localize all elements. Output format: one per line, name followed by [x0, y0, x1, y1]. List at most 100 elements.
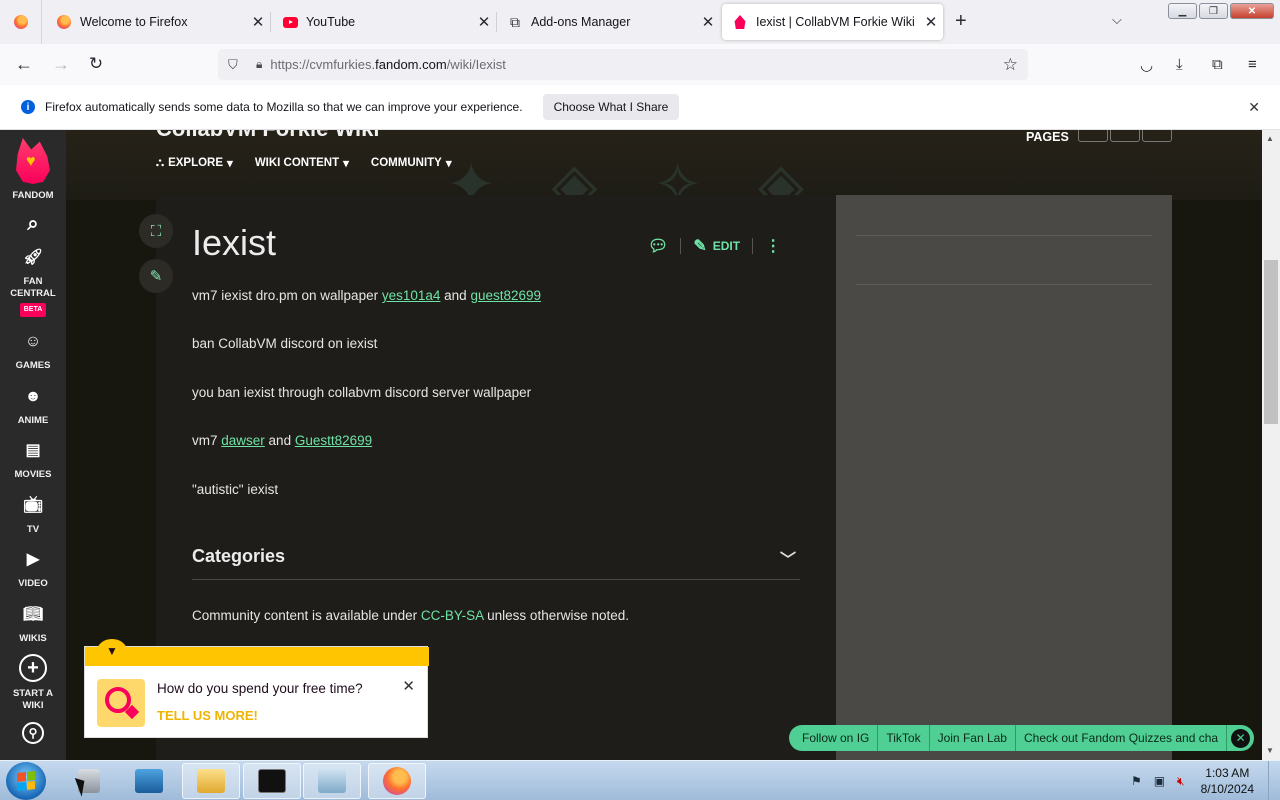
pencil-icon: ✎: [693, 238, 707, 255]
menu-hamburger-icon[interactable]: ≡: [1248, 56, 1257, 73]
close-icon[interactable]: ✕: [1248, 99, 1260, 116]
tab-label: Welcome to Firefox: [80, 15, 188, 29]
lock-icon[interactable]: 🔒︎: [256, 57, 262, 72]
tv-icon: 📺︎: [22, 497, 44, 514]
account-link[interactable]: ⚲: [0, 722, 66, 750]
nav-wiki-content[interactable]: WIKI CONTENT ▾: [255, 156, 349, 170]
close-tab-icon[interactable]: ✕: [919, 13, 943, 31]
rail-item-movies[interactable]: ▤ MOVIES: [0, 439, 66, 481]
fandom-logo-link[interactable]: FANDOM: [0, 138, 66, 202]
rail-item-anime[interactable]: ☻ ANIME: [0, 385, 66, 427]
pocket-icon[interactable]: ◡: [1140, 56, 1153, 74]
article-paragraph: vm7 iexist dro.pm on wallpaper yes101a4 …: [192, 288, 542, 303]
rail-item-tv[interactable]: 📺︎ TV: [0, 494, 66, 536]
plus-circle-icon: +: [19, 654, 47, 682]
user-link[interactable]: Guestt82699: [295, 433, 372, 448]
scroll-down-arrow-icon[interactable]: ▼: [1266, 746, 1274, 755]
discussion-button[interactable]: [1110, 130, 1140, 142]
firefox-icon: [56, 14, 72, 30]
fandom-quizzes-link[interactable]: Check out Fandom Quizzes and cha: [1016, 725, 1228, 751]
wiki-title[interactable]: CollabVM Forkie Wiki: [156, 130, 380, 142]
tiktok-link[interactable]: TikTok: [878, 725, 930, 751]
rail-item-fan-central[interactable]: 🚀︎ FAN CENTRAL BETA: [0, 246, 66, 317]
article-actions: 💬︎ ✎ EDIT ⋮: [648, 236, 781, 256]
rail-item-start-a-wiki[interactable]: + START A WIKI: [0, 654, 66, 712]
pencil-edit-icon[interactable]: ✎: [139, 259, 173, 293]
license-link[interactable]: CC-BY-SA: [421, 608, 484, 623]
tracking-shield-icon[interactable]: ⛉: [228, 57, 244, 73]
forward-arrow-icon[interactable]: →: [50, 54, 72, 75]
rail-item-video[interactable]: ▶ VIDEO: [0, 548, 66, 590]
rail-item-wikis[interactable]: 📖︎ WIKIS: [0, 603, 66, 645]
tab-youtube[interactable]: YouTube ✕: [268, 0, 496, 44]
choose-what-i-share-button[interactable]: Choose What I Share: [542, 94, 680, 120]
rail-item-label: GAMES: [15, 360, 51, 371]
follow-ig-link[interactable]: Follow on IG: [789, 725, 879, 751]
pages-label[interactable]: PAGES: [1026, 130, 1069, 144]
nav-explore[interactable]: ⛬ EXPLORE ▾: [156, 156, 233, 171]
categories-heading: Categories: [192, 546, 286, 566]
taskbar-powershell[interactable]: [120, 763, 178, 799]
close-tab-icon[interactable]: ✕: [696, 13, 720, 31]
volume-muted-icon[interactable]: 🔇︎: [1177, 774, 1185, 789]
taskbar-file-explorer[interactable]: [182, 763, 240, 799]
divider: [856, 235, 1152, 236]
more-options-icon[interactable]: ⋮: [765, 236, 781, 256]
taskbar-firefox[interactable]: [368, 763, 426, 799]
flag-icon[interactable]: ⚑: [1131, 774, 1142, 788]
show-desktop-button[interactable]: [1268, 761, 1280, 800]
clock-date: 8/10/2024: [1200, 782, 1254, 796]
collapse-chevron-icon[interactable]: ▼: [97, 639, 127, 663]
new-tab-button[interactable]: +: [955, 10, 967, 33]
rail-item-games[interactable]: ☺ GAMES: [0, 330, 66, 372]
youtube-icon: [282, 14, 298, 30]
close-icon[interactable]: ✕: [1231, 728, 1251, 748]
bookmark-star-icon[interactable]: ☆: [1003, 55, 1018, 75]
scroll-up-arrow-icon[interactable]: ▲: [1266, 134, 1274, 143]
survey-illustration: [97, 679, 145, 727]
theme-button[interactable]: [1142, 130, 1172, 142]
close-icon[interactable]: ✕: [402, 677, 415, 695]
reload-icon[interactable]: ↻: [85, 54, 107, 74]
beta-badge: BETA: [19, 303, 47, 317]
scrollbar-thumb[interactable]: [1264, 260, 1278, 424]
wiki-navigation: ⛬ EXPLORE ▾ WIKI CONTENT ▾ COMMUNITY ▾: [156, 156, 452, 171]
tab-welcome[interactable]: Welcome to Firefox ✕: [42, 0, 270, 44]
restore-button[interactable]: ❐: [1199, 3, 1228, 19]
nav-community[interactable]: COMMUNITY ▾: [371, 156, 452, 170]
user-link[interactable]: dawser: [221, 433, 265, 448]
tab-iexist[interactable]: Iexist | CollabVM Forkie Wiki | F ✕: [722, 4, 943, 40]
powershell-icon: [135, 769, 163, 793]
edit-button[interactable]: ✎ EDIT: [693, 236, 740, 256]
network-icon[interactable]: ▣: [1154, 774, 1165, 788]
window-close-button[interactable]: ✕: [1230, 3, 1274, 19]
firefox-view-button[interactable]: [0, 0, 42, 44]
downloads-icon[interactable]: ⤓: [1176, 56, 1183, 73]
search-link[interactable]: ⌕: [0, 212, 66, 242]
fandom-logo-label: FANDOM: [12, 190, 54, 201]
chevron-down-icon[interactable]: ﹀: [780, 546, 796, 570]
taskbar-app[interactable]: [303, 763, 361, 799]
tab-list-chevron-icon[interactable]: ⌵: [1112, 12, 1122, 28]
explore-icon: ⛬: [156, 156, 165, 169]
minimize-button[interactable]: ▁: [1168, 3, 1197, 19]
page-scrollbar[interactable]: ▲ ▼: [1262, 130, 1280, 760]
fullscreen-icon[interactable]: ⛶: [139, 214, 173, 248]
system-tray: ⚑ ▣ 🔇︎ 1:03 AM 8/10/2024: [1125, 761, 1280, 800]
clock[interactable]: 1:03 AM 8/10/2024: [1201, 765, 1254, 797]
tell-us-more-link[interactable]: TELL US MORE!: [157, 708, 258, 723]
comment-icon[interactable]: 💬︎: [648, 236, 668, 256]
url-text[interactable]: https://cvmfurkies.fandom.com/wiki/Iexis…: [270, 57, 506, 72]
join-fan-lab-link[interactable]: Join Fan Lab: [930, 725, 1016, 751]
user-link[interactable]: guest82699: [470, 288, 541, 303]
address-bar[interactable]: ⛉ 🔒︎ https://cvmfurkies.fandom.com/wiki/…: [218, 49, 1028, 80]
search-button[interactable]: [1078, 130, 1108, 142]
start-button[interactable]: [6, 762, 46, 800]
categories-section[interactable]: Categories ﹀: [192, 546, 800, 580]
taskbar-command-prompt[interactable]: [243, 763, 301, 799]
extensions-icon[interactable]: ⧉: [1212, 56, 1223, 73]
tab-addons[interactable]: ⧉ Add-ons Manager ✕: [493, 0, 720, 44]
close-tab-icon[interactable]: ✕: [246, 13, 270, 31]
user-link[interactable]: yes101a4: [382, 288, 441, 303]
back-arrow-icon[interactable]: ←: [13, 54, 35, 75]
